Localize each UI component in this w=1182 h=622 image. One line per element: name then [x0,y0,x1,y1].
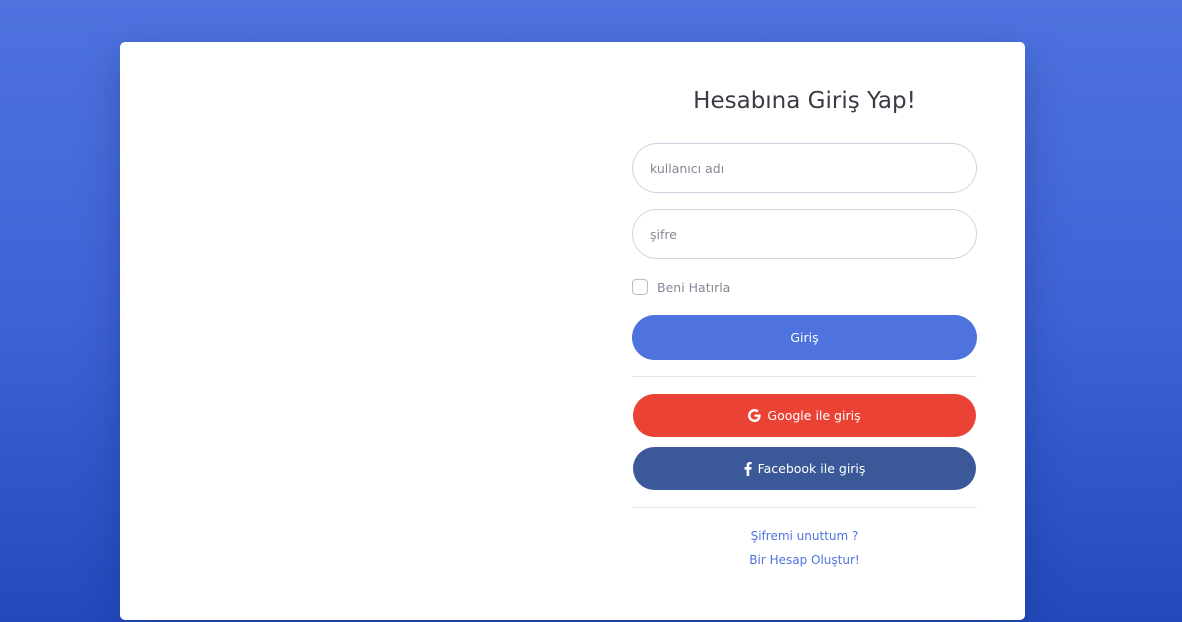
facebook-button-label: Facebook ile giriş [757,461,866,476]
divider [632,507,977,508]
google-login-button[interactable]: Google ile giriş [633,394,976,437]
create-account-link[interactable]: Bir Hesap Oluştur! [632,553,977,567]
login-form: Hesabına Giriş Yap! Beni Hatırla Giriş G… [632,42,977,620]
remember-checkbox[interactable] [632,279,648,295]
forgot-password-link[interactable]: Şifremi unuttum ? [632,529,977,543]
remember-me[interactable]: Beni Hatırla [632,278,730,296]
login-button-label: Giriş [790,330,819,345]
divider [632,376,977,377]
facebook-icon [744,461,752,476]
login-card: Hesabına Giriş Yap! Beni Hatırla Giriş G… [120,42,1025,620]
username-input[interactable] [632,143,977,193]
page-title: Hesabına Giriş Yap! [693,88,916,114]
google-icon [748,409,761,422]
facebook-login-button[interactable]: Facebook ile giriş [633,447,976,490]
google-button-label: Google ile giriş [767,408,861,423]
remember-label: Beni Hatırla [657,279,731,295]
password-input[interactable] [632,209,977,259]
login-button[interactable]: Giriş [632,315,977,360]
image-pane [120,42,602,620]
